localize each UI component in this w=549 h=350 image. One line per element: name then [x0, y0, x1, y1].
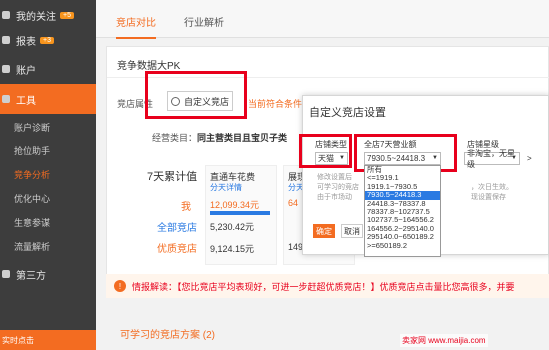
- sidebar-subitem[interactable]: 生意参谋: [0, 211, 96, 233]
- realtime-click-button[interactable]: 实时点击: [0, 330, 96, 350]
- tab-bar: 竞店对比 行业解析: [96, 0, 549, 39]
- confirm-button[interactable]: 确定: [313, 224, 335, 238]
- cancel-button[interactable]: 取消: [341, 224, 363, 238]
- dropdown-option[interactable]: >=650189.2: [365, 241, 440, 250]
- sidebar: 我的关注 +5 报表 +3 账户 工具 账户诊断 抢位助手 竞争分析 优化中心 …: [0, 0, 96, 350]
- insight-bar: ! 情报解读：【您比竞店平均表现好，可进一步赶超优质竞店！】优质竞店点击量比您高…: [106, 274, 549, 298]
- daily-detail-link[interactable]: 分天详情: [210, 182, 242, 193]
- range-sep: >: [527, 154, 532, 163]
- info-icon: !: [114, 280, 126, 292]
- tools-icon: [2, 95, 10, 103]
- metric-me-label: 我: [181, 202, 191, 213]
- account-icon: [2, 65, 10, 73]
- dialog-title: 自定义竞店设置: [309, 107, 386, 119]
- sidebar-item-label: 第三方: [16, 270, 46, 282]
- category-value: 同主营类目且宝贝子类: [197, 133, 288, 143]
- value-good: 9,124.15元: [210, 244, 255, 254]
- sidebar-subitem[interactable]: 抢位助手: [0, 139, 96, 161]
- sidebar-item-label: 账户: [16, 65, 36, 77]
- watermark: 卖家网 www.maijia.com: [400, 334, 488, 347]
- metric-column-spend: 直通车花费 分天详情 12,099.34元 5,230.42元 9,124.15…: [205, 165, 277, 265]
- hint-text: 修改设置后: [317, 174, 352, 181]
- star-icon: [2, 11, 10, 19]
- value-good: 149: [288, 242, 304, 252]
- sidebar-item-third-party[interactable]: 第三方: [0, 259, 96, 289]
- highlight-box: [145, 71, 247, 119]
- sidebar-subitem[interactable]: 账户诊断: [0, 116, 96, 138]
- sidebar-item-label: 报表: [16, 36, 36, 48]
- value-all: 5,230.42元: [210, 222, 255, 232]
- sidebar-subitem-active[interactable]: 竞争分析: [0, 163, 96, 185]
- sidebar-subitem[interactable]: 优化中心: [0, 187, 96, 209]
- count-badge: +3: [40, 36, 54, 44]
- category-row: 经营类目：同主营类目且宝贝子类: [152, 131, 287, 144]
- sidebar-item-reports[interactable]: 报表 +3: [0, 25, 96, 55]
- sidebar-item-account[interactable]: 账户: [0, 54, 96, 84]
- tab-industry-analysis[interactable]: 行业解析: [184, 14, 224, 29]
- highlight-box: [299, 134, 352, 168]
- metric-period-label: 7天累计值: [147, 171, 198, 183]
- insight-text: 情报解读：【您比竞店平均表现好，可进一步赶超优质竞店！】优质竞店点击量比您高很多…: [132, 281, 515, 292]
- tab-competitor-compare[interactable]: 竞店对比: [116, 14, 156, 39]
- value-me: 64: [288, 198, 299, 208]
- learnable-plans-link[interactable]: 可学习的竞店方案 (2): [120, 326, 215, 341]
- grid-icon: [2, 270, 10, 278]
- sidebar-item-label: 我的关注: [16, 11, 56, 23]
- report-icon: [2, 36, 10, 44]
- hint-text: 现设置保存: [471, 194, 506, 201]
- custom-competitor-dialog: 自定义竞店设置 店铺类型 天猫 ▼ 全店7天营业额 7930.5~24418.3 ▼…: [299, 95, 549, 257]
- sidebar-subitem[interactable]: 流量解析: [0, 235, 96, 257]
- hint-text: 可学习的竞店: [317, 184, 359, 191]
- hint-text: 由于市场动: [317, 194, 352, 201]
- value-me: 12,099.34元: [210, 200, 260, 210]
- chevron-down-icon: ▼: [511, 155, 517, 161]
- store-level-select[interactable]: 非淘宝，无星级 ▼: [464, 149, 520, 169]
- hint-text: ，次日生效。: [471, 184, 513, 191]
- sidebar-item-label: 工具: [16, 95, 36, 107]
- count-badge: +5: [60, 11, 74, 19]
- sidebar-item-tools[interactable]: 工具: [0, 84, 96, 114]
- card-title: 竞争数据大PK: [117, 61, 181, 72]
- metric-all-label[interactable]: 全部竞店: [157, 219, 197, 234]
- metric-good-label[interactable]: 优质竞店: [157, 240, 197, 255]
- sales-range-dropdown: 所有 <=1919.1 1919.1~7930.5 7930.5~24418.3…: [364, 165, 441, 257]
- category-label: 经营类目：: [152, 133, 198, 143]
- progress-bar: [210, 211, 270, 215]
